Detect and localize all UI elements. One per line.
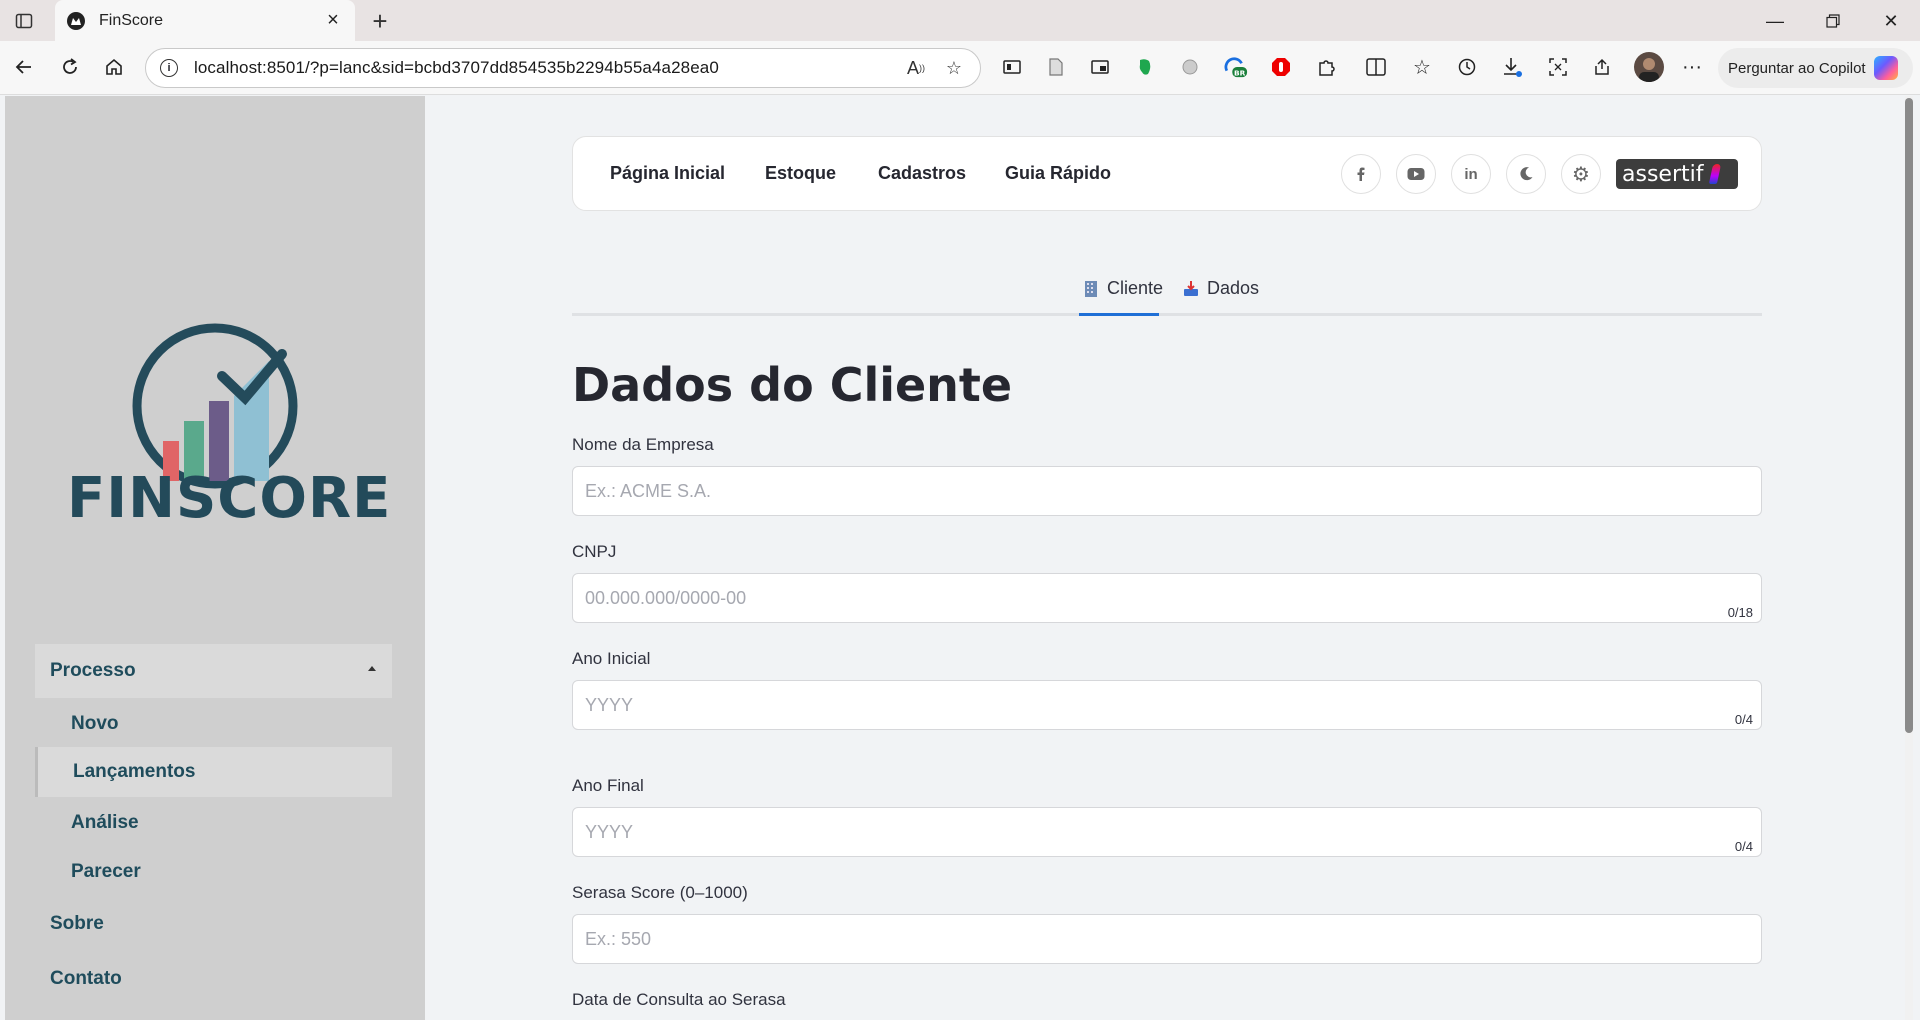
field-label-ano-inicial: Ano Inicial <box>572 649 651 668</box>
caret-up-icon[interactable] <box>368 666 376 671</box>
streamlit-favicon-icon <box>67 11 85 30</box>
share-icon[interactable] <box>1590 55 1614 79</box>
field-label-cnpj: CNPJ <box>572 542 617 561</box>
brand-text: assertif <box>1622 161 1704 187</box>
inbox-tray-icon <box>1184 280 1198 296</box>
document-icon[interactable] <box>1044 55 1068 79</box>
browser-tab[interactable]: FinScore × <box>55 0 355 41</box>
serasa-score-field[interactable] <box>572 914 1762 964</box>
tab-dados-label: Dados <box>1207 278 1260 298</box>
content-tabs: Cliente Dados <box>572 270 1762 316</box>
copilot-button[interactable]: Perguntar ao Copilot <box>1718 48 1913 88</box>
sidebar-item-lancamentos[interactable]: Lançamentos <box>35 747 392 797</box>
sidebar-item-analise[interactable]: Análise <box>35 798 392 848</box>
profile-avatar-icon[interactable] <box>1634 52 1664 82</box>
extensions-puzzle-icon[interactable] <box>1314 55 1338 79</box>
cnpj-input[interactable] <box>585 587 1749 609</box>
facebook-icon[interactable] <box>1341 154 1381 194</box>
favorites-icon[interactable]: ☆ <box>1410 55 1434 79</box>
settings-gear-icon[interactable]: ⚙ <box>1561 154 1601 194</box>
sidebar-section-label: Processo <box>50 660 136 681</box>
nome-empresa-field[interactable] <box>572 466 1762 516</box>
vpn-br-icon[interactable]: BR <box>1224 55 1248 79</box>
active-tab-indicator <box>1079 313 1159 316</box>
url-text[interactable]: localhost:8501/?p=lanc&sid=bcbd3707dd854… <box>194 58 890 78</box>
field-label-data-consulta-serasa: Data de Consulta ao Serasa <box>572 990 786 1009</box>
field-label-serasa-score: Serasa Score (0–1000) <box>572 883 748 902</box>
screenshot-icon[interactable] <box>1546 55 1570 79</box>
cnpj-field[interactable]: 0/18 <box>572 573 1762 623</box>
finscore-logo-text: FINSCORE <box>67 466 392 531</box>
picture-in-picture-icon[interactable] <box>1088 55 1112 79</box>
nav-link-estoque[interactable]: Estoque <box>765 163 836 184</box>
sidebar-section-processo[interactable]: Processo <box>35 644 392 698</box>
ano-final-field[interactable]: 0/4 <box>572 807 1762 857</box>
assertif-brand-logo[interactable]: assertif <box>1616 159 1738 189</box>
top-navigation-bar: Página Inicial Estoque Cadastros Guia Rá… <box>572 136 1762 211</box>
new-tab-icon[interactable]: + <box>365 6 395 36</box>
ano-inicial-char-counter: 0/4 <box>1734 712 1753 727</box>
dark-mode-moon-icon[interactable] <box>1506 154 1546 194</box>
split-screen-icon[interactable] <box>1364 55 1388 79</box>
scrollbar-thumb[interactable] <box>1905 98 1913 733</box>
tab-dados[interactable]: Dados <box>1182 278 1259 299</box>
back-icon[interactable] <box>8 51 40 83</box>
nav-link-cadastros[interactable]: Cadastros <box>878 163 966 184</box>
browser-tab-title: FinScore <box>99 11 164 29</box>
sidebar-item-contato[interactable]: Contato <box>35 954 392 1004</box>
adblock-icon[interactable] <box>1269 55 1293 79</box>
tab-cliente[interactable]: Cliente <box>1082 278 1163 299</box>
address-bar[interactable]: i localhost:8501/?p=lanc&sid=bcbd3707dd8… <box>145 48 981 88</box>
cnpj-char-counter: 0/18 <box>1727 605 1753 620</box>
copilot-icon <box>1873 56 1898 80</box>
linkedin-icon[interactable]: in <box>1451 154 1491 194</box>
site-info-icon[interactable]: i <box>160 59 178 77</box>
read-aloud-icon[interactable]: A)) <box>904 56 928 80</box>
page-title: Dados do Cliente <box>572 358 1013 412</box>
youtube-icon[interactable] <box>1396 154 1436 194</box>
ano-final-char-counter: 0/4 <box>1734 839 1753 854</box>
browser-tab-bar: FinScore × + — ✕ <box>0 0 1920 41</box>
building-icon <box>1085 280 1097 297</box>
history-icon[interactable] <box>1455 55 1479 79</box>
app-sidebar: FINSCORE Processo Novo Lançamentos Análi… <box>5 96 425 1020</box>
browser-toolbar: i localhost:8501/?p=lanc&sid=bcbd3707dd8… <box>0 41 1920 95</box>
more-options-icon[interactable]: ··· <box>1680 55 1704 79</box>
close-window-icon[interactable]: ✕ <box>1868 6 1914 36</box>
sidebar-item-novo[interactable]: Novo <box>35 699 392 749</box>
sidebar-item-parecer[interactable]: Parecer <box>35 847 392 897</box>
sidebar-toggle-icon[interactable] <box>12 9 36 33</box>
reload-icon[interactable] <box>54 51 86 83</box>
downloads-icon[interactable] <box>1500 55 1524 79</box>
serasa-score-input[interactable] <box>585 928 1749 950</box>
field-label-nome-empresa: Nome da Empresa <box>572 435 714 454</box>
tab-cliente-label: Cliente <box>1107 278 1164 298</box>
page-scrollbar[interactable] <box>1905 96 1913 1020</box>
close-tab-icon[interactable]: × <box>323 9 343 32</box>
ano-inicial-input[interactable] <box>585 694 1749 716</box>
copilot-label: Perguntar ao Copilot <box>1728 59 1866 77</box>
favorite-star-icon[interactable]: ☆ <box>942 56 966 80</box>
ano-inicial-field[interactable]: 0/4 <box>572 680 1762 730</box>
nav-link-guia-rapido[interactable]: Guia Rápido <box>1005 163 1111 184</box>
svg-text:BR: BR <box>1234 68 1246 77</box>
restore-icon[interactable] <box>1810 6 1856 36</box>
translate-extension-icon[interactable] <box>1178 55 1202 79</box>
sidebar-item-sobre[interactable]: Sobre <box>35 899 392 949</box>
brand-flame-icon <box>1709 164 1722 184</box>
nav-link-pagina-inicial[interactable]: Página Inicial <box>610 163 725 184</box>
evernote-icon[interactable] <box>1133 55 1157 79</box>
ano-final-input[interactable] <box>585 821 1749 843</box>
home-icon[interactable] <box>98 51 130 83</box>
minimize-icon[interactable]: — <box>1752 6 1798 36</box>
reading-view-icon[interactable] <box>1000 55 1024 79</box>
main-content <box>425 96 1913 1020</box>
field-label-ano-final: Ano Final <box>572 776 644 795</box>
nome-empresa-input[interactable] <box>585 480 1749 502</box>
